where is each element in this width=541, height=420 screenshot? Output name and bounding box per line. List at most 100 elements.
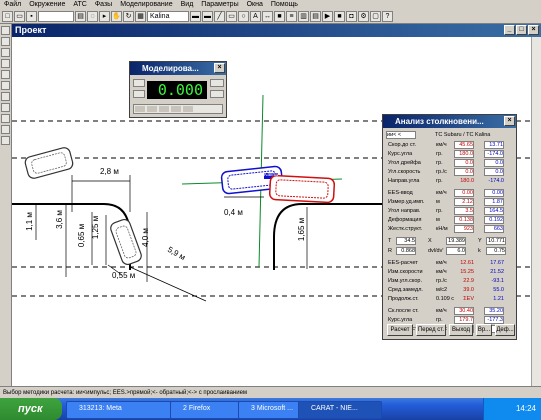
settings-icon[interactable]: ⚙ xyxy=(358,11,369,22)
minimize-icon[interactable]: _ xyxy=(504,25,515,35)
param-value[interactable]: 6.0 xyxy=(446,247,466,255)
value-kalina[interactable]: 35.20 xyxy=(484,307,504,315)
menu-view[interactable]: Вид xyxy=(181,1,194,8)
window-icon[interactable]: ▢ xyxy=(370,11,381,22)
color-icon[interactable]: ■ xyxy=(274,11,285,22)
menu-phases[interactable]: Фазы xyxy=(95,1,112,8)
sim-close-icon[interactable]: × xyxy=(214,63,225,73)
sim-rewind-icon[interactable] xyxy=(133,79,145,87)
line-tool-icon[interactable] xyxy=(1,70,10,79)
value-kalina[interactable]: 164.5 xyxy=(484,207,504,215)
arc-tool-icon[interactable] xyxy=(1,81,10,90)
value-kalina[interactable]: 0.192 xyxy=(484,216,504,224)
param-value[interactable]: 10.771 xyxy=(486,237,506,245)
value-subaru[interactable]: 30.40 xyxy=(454,307,474,315)
task-carat[interactable]: CARAT - NIE... xyxy=(298,401,382,419)
sim-stop-icon[interactable] xyxy=(210,90,224,98)
vehicle-turning-white[interactable] xyxy=(109,218,143,266)
calc-icon[interactable]: ▤ xyxy=(310,11,321,22)
value-kalina[interactable]: 0.0 xyxy=(484,159,504,167)
layers-icon[interactable]: ≡ xyxy=(286,11,297,22)
value-subaru[interactable]: 180.0 xyxy=(454,150,474,158)
menu-windows[interactable]: Окна xyxy=(247,1,263,8)
move-tool-icon[interactable] xyxy=(1,37,10,46)
text-tool-icon[interactable] xyxy=(1,114,10,123)
value-kalina[interactable]: 663 xyxy=(484,225,504,233)
deformation-button[interactable]: Деф... xyxy=(495,324,515,336)
calculate-button[interactable]: Расчет xyxy=(387,324,413,336)
sign-tool-icon[interactable] xyxy=(1,136,10,145)
param-value[interactable]: 19.389 xyxy=(446,237,466,245)
value-subaru[interactable]: 0.0 xyxy=(454,168,474,176)
method-select[interactable]: ии< < xyxy=(386,131,416,139)
menu-params[interactable]: Параметры xyxy=(201,1,238,8)
value-kalina[interactable]: -174.0 xyxy=(484,150,504,158)
value-kalina[interactable]: 0.00 xyxy=(484,189,504,197)
value-subaru[interactable]: 923 xyxy=(454,225,474,233)
vehicle-subaru-red[interactable] xyxy=(268,174,336,204)
print-icon[interactable]: ▤ xyxy=(75,11,86,22)
car-icon[interactable]: ▬ xyxy=(190,11,201,22)
time-button[interactable]: Вр... xyxy=(476,324,492,336)
value-subaru[interactable]: 3.5 xyxy=(454,207,474,215)
zoom-icon[interactable]: ◌ xyxy=(87,11,98,22)
before-collision-button[interactable]: Перед ст. xyxy=(416,324,446,336)
value-kalina[interactable]: -177.3 xyxy=(484,316,504,324)
chart-icon[interactable]: ▥ xyxy=(298,11,309,22)
measure-icon[interactable]: ↔ xyxy=(262,11,273,22)
line-icon[interactable]: ╱ xyxy=(214,11,225,22)
grid-icon[interactable]: ▦ xyxy=(135,11,146,22)
menu-environment[interactable]: Окружение xyxy=(29,1,65,8)
value-kalina[interactable]: 13.71 xyxy=(484,141,504,149)
vertical-scrollbar[interactable] xyxy=(531,37,541,386)
rect-icon[interactable]: ▭ xyxy=(226,11,237,22)
zoom-out-icon[interactable] xyxy=(1,59,10,68)
value-subaru[interactable]: 179.7 xyxy=(454,316,474,324)
value-kalina[interactable]: 0.0 xyxy=(484,168,504,176)
dimension-tool-icon[interactable] xyxy=(1,103,10,112)
maximize-icon[interactable]: □ xyxy=(516,25,527,35)
stop-icon[interactable]: ■ xyxy=(334,11,345,22)
exit-button[interactable]: Выход xyxy=(449,324,473,336)
start-button[interactable]: пуск xyxy=(0,398,62,420)
sim-title-bar[interactable]: Моделирова... × xyxy=(130,62,226,75)
value-subaru[interactable]: 2.12 xyxy=(454,198,474,206)
value-subaru[interactable]: 45.65 xyxy=(454,141,474,149)
value-kalina[interactable]: 1.87 xyxy=(484,198,504,206)
sim-ctrl-1-icon[interactable] xyxy=(135,106,145,112)
hand-icon[interactable]: ✋ xyxy=(111,11,122,22)
rotate-icon[interactable]: ↻ xyxy=(123,11,134,22)
save-icon[interactable]: ▪ xyxy=(26,11,37,22)
sim-ctrl-4-icon[interactable] xyxy=(171,106,181,112)
sim-play-icon[interactable] xyxy=(210,79,224,87)
open-icon[interactable]: ▭ xyxy=(14,11,25,22)
analysis-title-bar[interactable]: Анализ столкновени... × xyxy=(383,115,516,128)
road-tool-icon[interactable] xyxy=(1,92,10,101)
text-icon[interactable]: A xyxy=(250,11,261,22)
vehicle-select[interactable]: Kalina xyxy=(147,11,189,22)
sim-step-icon[interactable] xyxy=(133,90,145,98)
new-icon[interactable]: □ xyxy=(2,11,13,22)
circle-icon[interactable]: ○ xyxy=(238,11,249,22)
close-icon[interactable]: × xyxy=(528,25,539,35)
sim-ctrl-5-icon[interactable] xyxy=(183,106,193,112)
task-meta[interactable]: 313213: Meta xyxy=(66,401,180,419)
select-tool-icon[interactable] xyxy=(1,26,10,35)
car2-icon[interactable]: ▬ xyxy=(202,11,213,22)
help-icon[interactable]: ? xyxy=(382,11,393,22)
menu-modeling[interactable]: Моделирование xyxy=(120,1,172,8)
camera-icon[interactable]: ◘ xyxy=(346,11,357,22)
tool-icon[interactable]: ▸ xyxy=(99,11,110,22)
scale-select[interactable] xyxy=(38,11,74,22)
menu-ats[interactable]: АТС xyxy=(73,1,86,8)
task-firefox[interactable]: 2 Firefox xyxy=(170,401,248,419)
menu-help[interactable]: Помощь xyxy=(271,1,298,8)
param-value[interactable]: 0.868 xyxy=(396,247,416,255)
value-subaru[interactable]: 0.138 xyxy=(454,216,474,224)
vehicle-tool-icon[interactable] xyxy=(1,125,10,134)
sim-ctrl-3-icon[interactable] xyxy=(159,106,169,112)
param-value[interactable]: 0.75 xyxy=(486,247,506,255)
zoom-in-icon[interactable] xyxy=(1,48,10,57)
value-subaru[interactable]: 0.00 xyxy=(454,189,474,197)
param-value[interactable]: 34.5 xyxy=(396,237,416,245)
